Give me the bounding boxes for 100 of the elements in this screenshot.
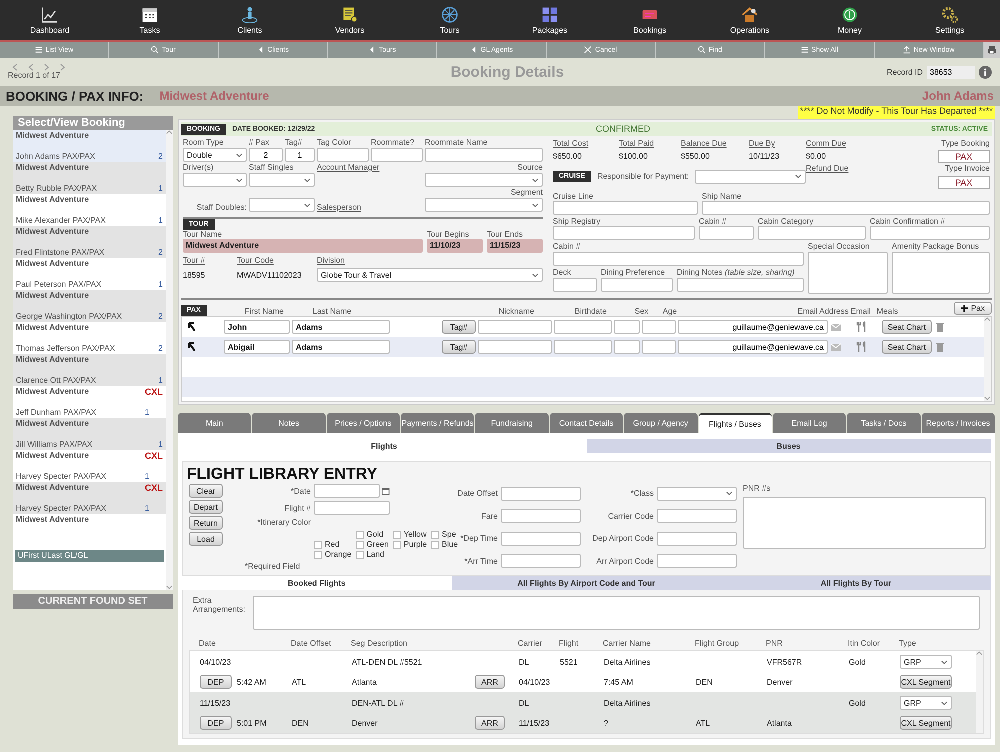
arrow-up-left-icon[interactable] (186, 321, 198, 333)
cxl-segment-button[interactable]: CXL Segment (900, 716, 952, 730)
source-dropdown[interactable] (425, 173, 543, 187)
trash-icon[interactable] (934, 321, 946, 333)
age-field[interactable] (642, 320, 676, 334)
field-link[interactable]: Balance Due (681, 139, 749, 148)
nickname-field[interactable] (478, 340, 552, 354)
booking-list-item[interactable]: Midwest Adventure Thomas Jefferson PAX/PAX 2 (13, 322, 166, 354)
arr-button[interactable]: ARR (475, 675, 505, 689)
dep-button[interactable]: DEP (200, 675, 232, 689)
field-link[interactable]: Refund Due (806, 164, 849, 173)
sex-field[interactable] (614, 340, 640, 354)
carrier-code-field[interactable] (657, 509, 737, 524)
booking-list-item[interactable]: Midwest Adventure George Washington PAX/PAX 2 (13, 290, 166, 322)
last-name-field[interactable]: Adams (292, 320, 390, 334)
add-pax-button[interactable]: Pax (954, 302, 992, 315)
tab[interactable]: Contact Details (550, 413, 624, 433)
printer-icon[interactable] (986, 45, 997, 55)
booking-list-item[interactable]: Midwest Adventure CXL Harvey Specter PAX/PAX 1 (13, 450, 166, 482)
nickname-field[interactable] (478, 320, 552, 334)
search-field[interactable]: UFirst ULast GL/GL (15, 550, 164, 562)
tag-field[interactable]: 1 (285, 148, 315, 162)
ship-registry-field[interactable] (553, 226, 695, 240)
sex-field[interactable] (614, 320, 640, 334)
staff-singles-dropdown[interactable] (249, 173, 315, 187)
color-checkbox[interactable]: Yellow (392, 530, 428, 539)
field-link[interactable]: Due By (749, 139, 806, 148)
dining-preference-field[interactable] (601, 278, 673, 292)
cruise-line-field[interactable] (553, 201, 698, 215)
age-field[interactable] (642, 340, 676, 354)
action-button[interactable]: Return (189, 516, 223, 530)
nav-item[interactable]: Dashboard (0, 0, 100, 40)
scrollbar[interactable] (166, 130, 173, 590)
nav-item[interactable]: Bookings (600, 0, 700, 40)
booking-list-item[interactable]: Midwest Adventure Betty Rubble PAX/PAX 1 (13, 162, 166, 194)
booking-list-item[interactable]: Midwest Adventure CXL Harvey Specter PAX/PAX 1 (13, 482, 166, 514)
date-field[interactable] (314, 484, 380, 498)
nav-item[interactable]: Tasks (100, 0, 200, 40)
chevron-left-icon[interactable] (12, 64, 18, 71)
dep-button[interactable]: DEP (200, 716, 232, 730)
arr-airport-field[interactable] (657, 554, 737, 568)
type-invoice-field[interactable]: PAX (938, 176, 990, 188)
flight-number-field[interactable] (314, 501, 390, 515)
date-offset-field[interactable] (501, 486, 581, 501)
field-link[interactable]: Tour Code (237, 256, 313, 265)
tab[interactable]: Email Log (772, 413, 846, 433)
seat-chart-button[interactable]: Seat Chart (882, 340, 932, 354)
field-link[interactable]: Total Paid (619, 139, 681, 148)
booking-list-item[interactable]: Midwest Adventure (13, 514, 166, 546)
nav-item[interactable]: Clients (200, 0, 300, 40)
field-link[interactable]: Tour # (183, 256, 233, 265)
calendar-icon[interactable] (382, 486, 390, 496)
envelope-icon[interactable] (830, 321, 842, 333)
tab[interactable]: Prices / Options (326, 413, 400, 433)
tab[interactable]: Flights / Buses (698, 413, 772, 433)
field-link[interactable]: Salesperson (317, 203, 362, 212)
booking-list-item[interactable]: Midwest Adventure Mike Alexander PAX/PAX 1 (13, 194, 166, 226)
booking-list-item[interactable]: Midwest Adventure CXL Jeff Dunham PAX/PAX 1 (13, 386, 166, 418)
action-button[interactable]: Clear (189, 484, 223, 498)
color-checkbox[interactable]: Spe (431, 530, 458, 539)
dining-notes-field[interactable] (677, 278, 804, 292)
room-type-dropdown[interactable]: Double (183, 148, 247, 162)
tab[interactable]: Notes (252, 413, 326, 433)
type-dropdown[interactable]: GRP (900, 655, 952, 669)
color-checkbox[interactable]: Green (356, 540, 389, 549)
info-icon[interactable] (979, 66, 992, 78)
cxl-segment-button[interactable]: CXL Segment (900, 675, 952, 689)
nav-item[interactable]: Vendors (300, 0, 400, 40)
pnr-field[interactable] (743, 497, 986, 549)
caret-down-icon[interactable] (984, 396, 991, 401)
division-dropdown[interactable]: Globe Tour & Travel (317, 268, 543, 282)
roommate-name-field[interactable] (425, 148, 543, 162)
birthdate-field[interactable] (554, 340, 612, 354)
caret-down-icon[interactable] (166, 585, 173, 590)
email-field[interactable]: guillaume@geniewave.ca (678, 340, 828, 354)
cabin-number-field[interactable] (699, 226, 754, 240)
fare-field[interactable] (501, 509, 581, 524)
arr-time-field[interactable] (501, 554, 581, 568)
caret-up-icon[interactable] (976, 651, 983, 656)
tab[interactable]: Reports / Invoices (922, 413, 995, 433)
color-checkbox[interactable]: Gold (356, 530, 389, 539)
color-checkbox[interactable]: Orange (314, 550, 352, 559)
scrollbar[interactable] (976, 651, 983, 733)
tab[interactable]: Tasks / Docs (847, 413, 921, 433)
type-booking-field[interactable]: PAX (938, 150, 990, 162)
booking-list-item[interactable]: Midwest Adventure John Adams PAX/PAX 2 (13, 130, 166, 162)
arrow-up-left-icon[interactable] (186, 341, 198, 353)
field-link[interactable]: Division (317, 256, 543, 265)
tab[interactable]: All Flights By Tour (721, 576, 992, 590)
booking-list-item[interactable]: Midwest Adventure Jill Williams PAX/PAX 1 (13, 418, 166, 450)
chevron-right-icon[interactable] (44, 64, 50, 71)
pax-count-field[interactable]: 2 (249, 148, 283, 162)
nav-item[interactable]: Money (800, 0, 900, 40)
cabin-field[interactable] (553, 252, 804, 266)
color-checkbox[interactable]: Blue (431, 540, 458, 549)
segment-dropdown[interactable] (425, 198, 543, 212)
nav-item[interactable]: Tours (400, 0, 500, 40)
field-link[interactable]: Comm Due (806, 139, 876, 148)
tab[interactable]: Main (178, 413, 252, 433)
amenity-field[interactable] (892, 252, 990, 294)
